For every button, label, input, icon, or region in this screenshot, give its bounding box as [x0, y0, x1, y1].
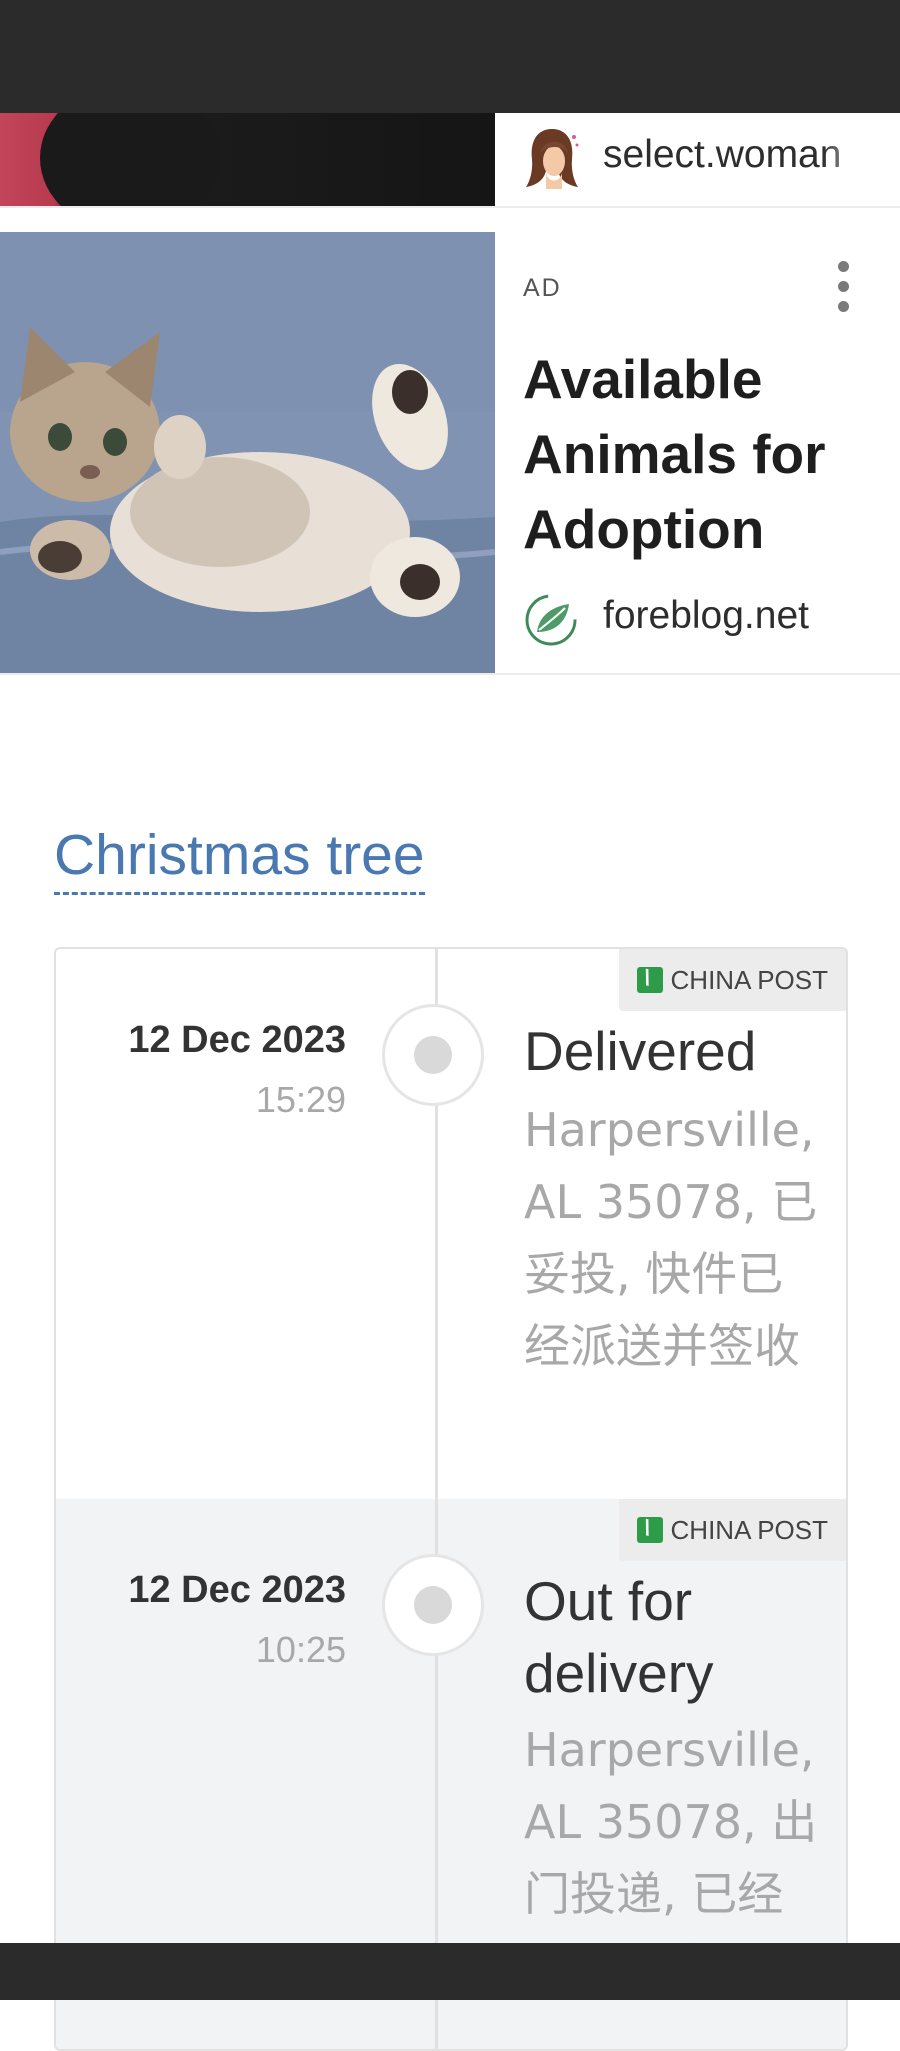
woman-head-icon [526, 129, 579, 189]
ad-top-image[interactable] [0, 113, 495, 206]
event-date: 12 Dec 2023 [128, 1569, 346, 1611]
ad-banner-top[interactable]: select.woman [0, 113, 900, 208]
carrier-label: CHINA POST [670, 1514, 828, 1545]
event-time: 15:29 [255, 1079, 346, 1120]
ad-title[interactable]: Available Animals for Adoption [523, 342, 883, 567]
ad-kitten-image[interactable] [0, 232, 495, 673]
china-post-icon [636, 967, 663, 993]
event-detail: Harpersville, AL 35078, 已妥投, 快件已经派送并签收 [524, 1103, 818, 1373]
timeline-dot [382, 1004, 484, 1106]
timeline-line [435, 949, 438, 2049]
event-time: 10:25 [255, 1629, 346, 1670]
leaf-logo-icon [525, 594, 577, 646]
event-date: 12 Dec 2023 [128, 1019, 346, 1061]
timeline-dot [382, 1554, 484, 1656]
ad-card[interactable]: AD Available Animals for Adoption forebl… [0, 232, 900, 675]
ad-label: AD [523, 274, 562, 302]
event-status: Delivered [524, 1020, 757, 1082]
carrier-label: CHINA POST [670, 964, 828, 995]
tracking-timeline-card: CHINA POST 12 Dec 2023 15:29 Delivered H… [54, 947, 848, 2051]
navigation-bar [0, 1943, 900, 2000]
ad-top-domain[interactable]: select.woman [603, 133, 873, 177]
more-vert-icon[interactable] [826, 256, 860, 326]
event-status: Out for delivery [524, 1570, 714, 1704]
ad-domain[interactable]: foreblog.net [603, 594, 809, 638]
status-bar [0, 0, 900, 113]
carrier-badge: CHINA POST [618, 1499, 846, 1561]
carrier-badge: CHINA POST [618, 949, 846, 1011]
page-title-link[interactable]: Christmas tree [54, 822, 425, 895]
china-post-icon [636, 1517, 663, 1543]
